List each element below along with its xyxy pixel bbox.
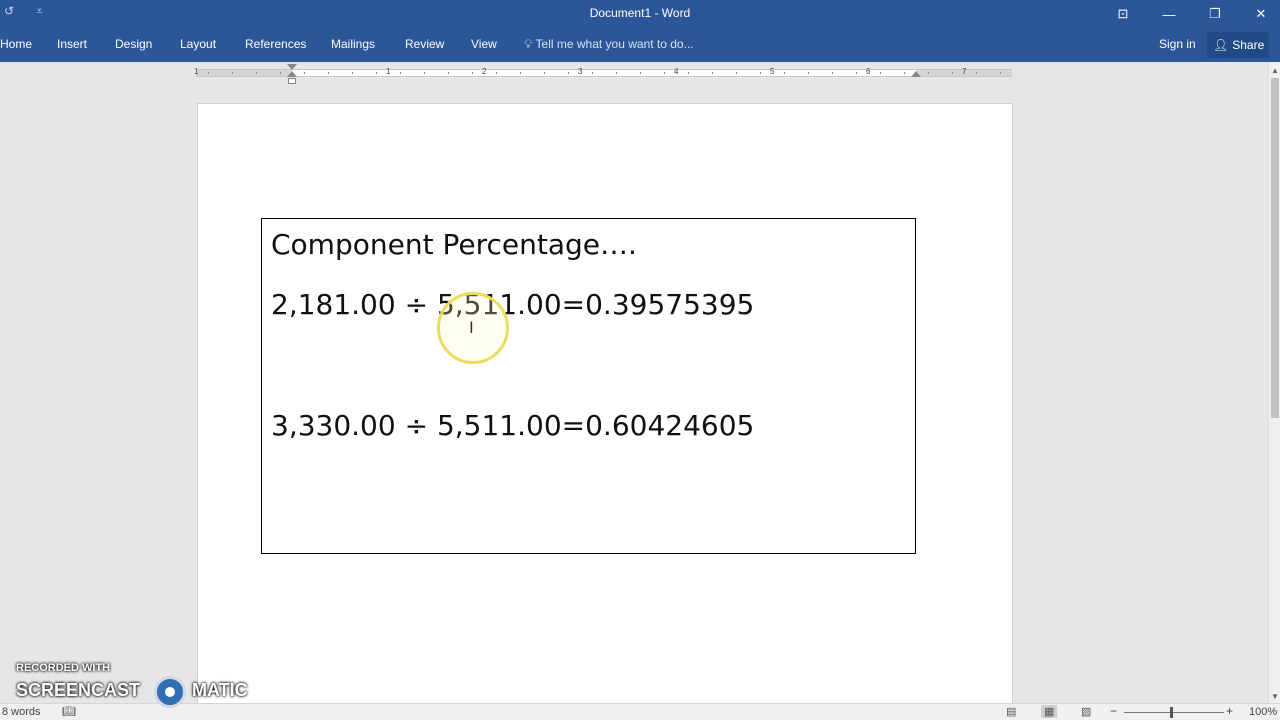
ruler-left-margin xyxy=(196,70,292,76)
person-icon: 👤︎ xyxy=(1213,38,1229,52)
tab-layout[interactable]: Layout xyxy=(180,37,216,51)
ruler-tick xyxy=(712,72,713,74)
ruler-number: 4 xyxy=(674,67,679,76)
scroll-up-icon[interactable]: ▲ xyxy=(1271,66,1279,75)
ruler-tick xyxy=(592,72,593,74)
zoom-out-button[interactable]: − xyxy=(1110,704,1117,718)
status-bar: 8 words 📖︎ ▤ ▦ ▧ − + 100% xyxy=(0,703,1280,720)
restore-button[interactable]: ❐ xyxy=(1192,0,1238,28)
zoom-level[interactable]: 100% xyxy=(1249,706,1277,718)
ruler-number: 3 xyxy=(578,67,583,76)
scroll-down-icon[interactable]: ▼ xyxy=(1271,692,1279,701)
web-layout-icon[interactable]: ▧ xyxy=(1081,705,1091,718)
proofing-icon[interactable]: 📖︎ xyxy=(62,705,76,718)
ruler-tick xyxy=(904,72,905,74)
ruler-tick xyxy=(328,72,329,74)
tell-me-search[interactable]: 💡︎ Tell me what you want to do... xyxy=(524,37,694,52)
ruler-tick xyxy=(736,72,737,74)
close-button[interactable]: ✕ xyxy=(1238,0,1280,28)
ribbon-display-options-icon[interactable]: ⊡ xyxy=(1100,0,1146,28)
tab-review[interactable]: Review xyxy=(405,37,444,51)
ruler-tick xyxy=(952,72,953,74)
ruler-number: 6 xyxy=(866,67,871,76)
ruler-tick xyxy=(568,72,569,74)
left-indent-marker[interactable] xyxy=(288,78,296,84)
ruler-tick xyxy=(232,72,233,74)
tab-references[interactable]: References xyxy=(245,37,306,51)
ruler-tick xyxy=(352,72,353,74)
watermark-left-text: SCREENCAST xyxy=(16,680,141,700)
ruler-tick xyxy=(208,72,209,74)
ruler-tick xyxy=(1000,72,1001,74)
minimize-button[interactable]: — xyxy=(1146,0,1192,28)
ruler-tick xyxy=(976,72,977,74)
ruler-tick xyxy=(544,72,545,74)
word-count[interactable]: 8 words xyxy=(2,706,41,718)
title-bar: ↺ ⩡ Document1 - Word ⊡ — ❐ ✕ xyxy=(0,0,1280,28)
ruler-tick xyxy=(832,72,833,74)
zoom-in-button[interactable]: + xyxy=(1226,704,1233,718)
ruler-tick xyxy=(256,72,257,74)
ruler-tick xyxy=(400,72,401,74)
ruler-tick xyxy=(640,72,641,74)
ruler-tick xyxy=(616,72,617,74)
lightbulb-icon: 💡︎ xyxy=(524,37,533,51)
watermark-top-text: RECORDED WITH xyxy=(16,662,111,674)
ruler-tick xyxy=(760,72,761,74)
watermark-right-text: MATIC xyxy=(192,680,248,700)
window-title: Document1 - Word xyxy=(589,6,691,20)
ruler-tick xyxy=(424,72,425,74)
text-cursor-icon: I xyxy=(469,318,474,337)
ruler-tick xyxy=(496,72,497,74)
scroll-thumb[interactable] xyxy=(1271,78,1279,418)
first-line-indent-marker[interactable] xyxy=(287,64,297,70)
ruler-tick xyxy=(376,72,377,74)
ruler-number: 2 xyxy=(482,67,487,76)
ruler-number: 1 xyxy=(386,67,391,76)
tab-home[interactable]: Home xyxy=(0,37,32,51)
tab-view[interactable]: View xyxy=(471,37,497,51)
ruler-tick xyxy=(304,72,305,74)
ruler-number: 5 xyxy=(770,67,775,76)
screencast-logo-icon xyxy=(154,676,186,708)
vertical-scrollbar[interactable]: ▲ ▼ xyxy=(1268,62,1280,703)
text-box[interactable] xyxy=(261,218,916,554)
ruler-tick xyxy=(808,72,809,74)
ruler-tick xyxy=(856,72,857,74)
tab-insert[interactable]: Insert xyxy=(57,37,87,51)
equation-line-1: 2,181.00 ÷ 5,511.00=0.39575395 xyxy=(271,288,755,321)
ruler-tick xyxy=(664,72,665,74)
ruler-tick xyxy=(880,72,881,74)
ruler-number: 7 xyxy=(962,67,967,76)
sign-in-link[interactable]: Sign in xyxy=(1159,37,1196,51)
horizontal-ruler[interactable]: 1 1 2 3 4 5 6 7 xyxy=(194,67,1012,77)
print-layout-icon[interactable]: ▦ xyxy=(1041,705,1058,718)
tab-mailings[interactable]: Mailings xyxy=(331,37,375,51)
right-indent-marker[interactable] xyxy=(911,71,921,77)
ribbon-tabs: Home Insert Design Layout References Mai… xyxy=(0,28,1280,62)
share-button[interactable]: 👤︎ Share xyxy=(1207,32,1269,58)
ruler-tick xyxy=(280,72,281,74)
tell-me-label: Tell me what you want to do... xyxy=(535,37,694,51)
ruler-tick xyxy=(688,72,689,74)
ruler-tick xyxy=(520,72,521,74)
zoom-slider-thumb[interactable] xyxy=(1170,707,1173,718)
ruler-tick xyxy=(448,72,449,74)
zoom-slider[interactable] xyxy=(1124,712,1224,713)
share-label: Share xyxy=(1232,38,1265,52)
hanging-indent-marker[interactable] xyxy=(287,71,297,77)
equation-line-2: 3,330.00 ÷ 5,511.00=0.60424605 xyxy=(271,409,755,442)
ruler-tick xyxy=(784,72,785,74)
tab-design[interactable]: Design xyxy=(115,37,152,51)
read-mode-icon[interactable]: ▤ xyxy=(1006,705,1016,718)
ruler-tick xyxy=(472,72,473,74)
ruler-tick xyxy=(928,72,929,74)
document-heading: Component Percentage…. xyxy=(271,228,637,261)
ruler-number: 1 xyxy=(194,67,199,76)
